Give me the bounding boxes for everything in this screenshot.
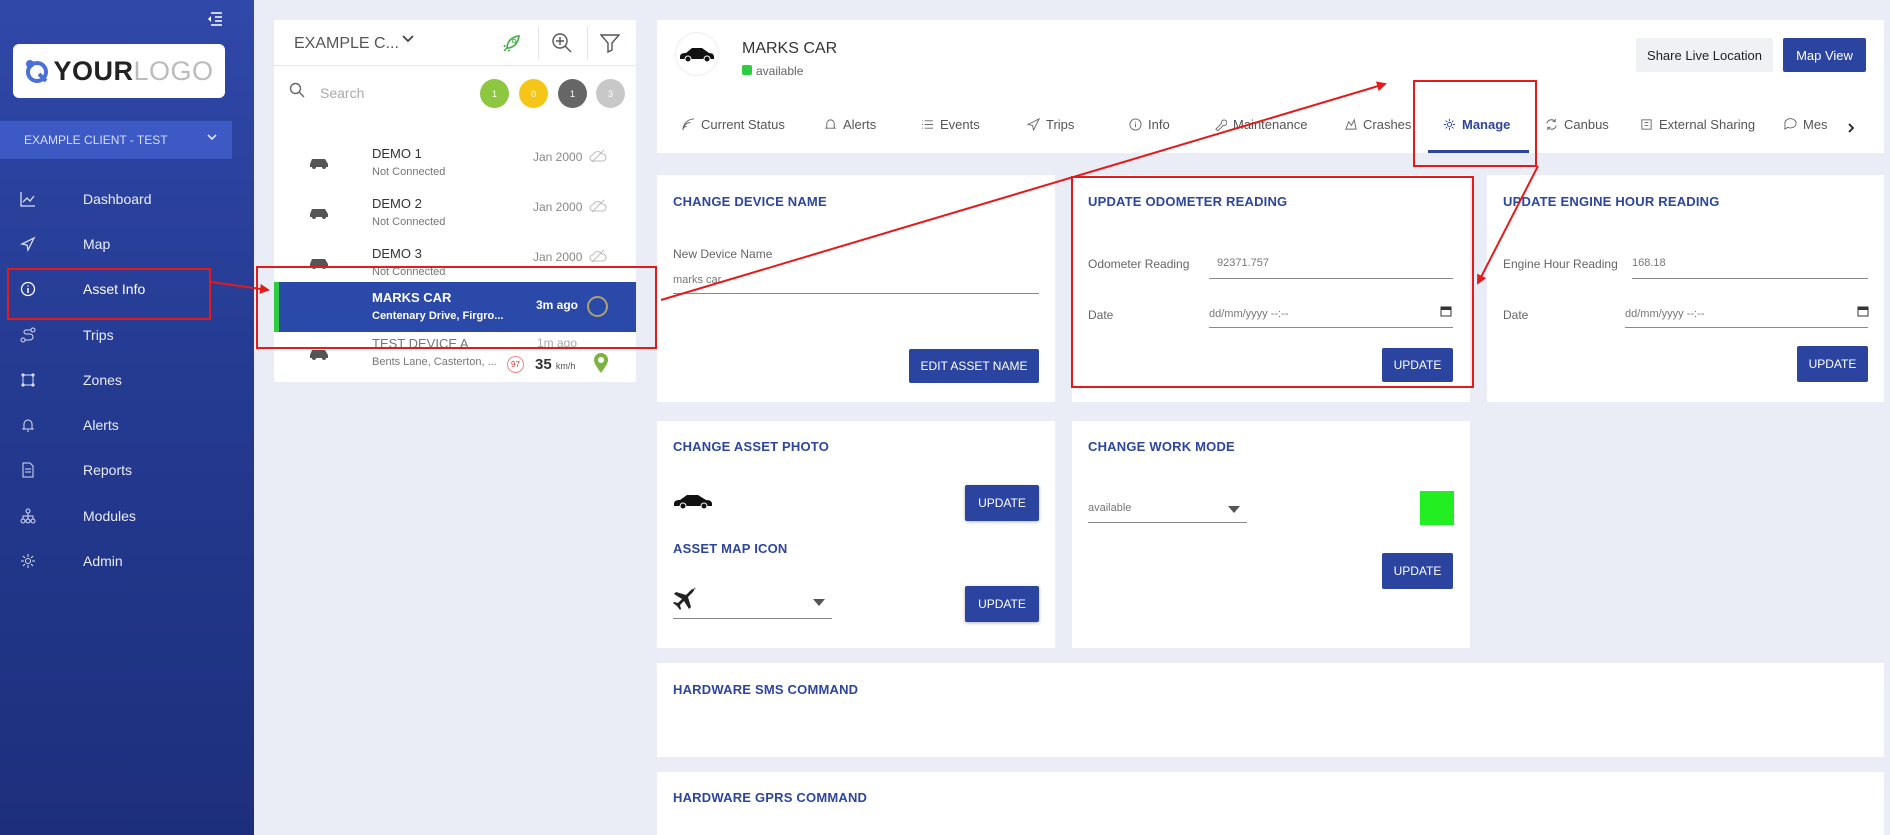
arrow-to-odometer [1477,165,1539,285]
arrow-to-manage [660,81,1387,301]
arrow-to-list [210,281,270,294]
annotation-arrows [210,81,1539,301]
